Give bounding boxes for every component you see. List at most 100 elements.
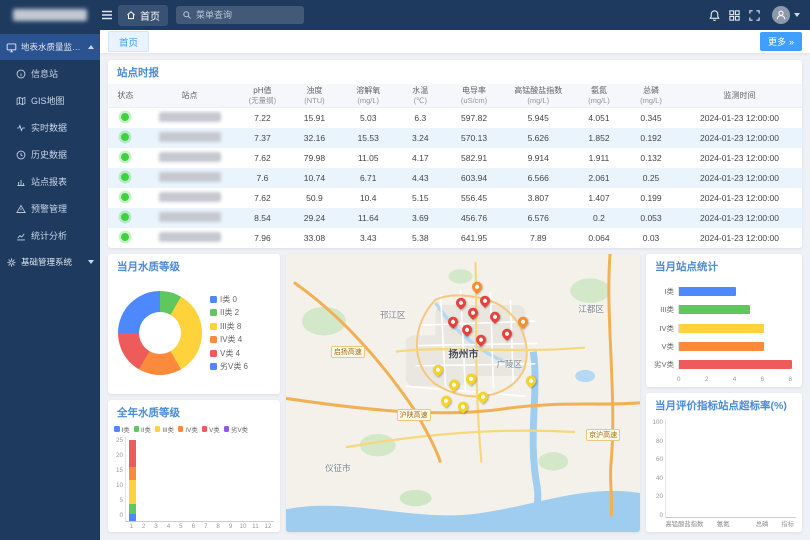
fullscreen-button[interactable] (744, 5, 764, 25)
bar-column (151, 437, 163, 522)
station-report-panel: 站点时报 状态站点pH值(无量纲)浊度(NTU)溶解氧(mg/L)水温(℃)电导… (108, 60, 802, 248)
sidebar-item-GIS地图[interactable]: GIS地图 (0, 87, 100, 114)
legend-item[interactable]: I类 (114, 425, 130, 434)
x-tick: 7 (200, 522, 212, 530)
sidebar-item-历史数据[interactable]: 历史数据 (0, 141, 100, 168)
bar-column (126, 437, 138, 522)
hamburger-menu-icon[interactable] (100, 8, 114, 22)
exceed-rate-chart: 100806040200 高锰酸盐指数氨氮总磷指标 (646, 417, 802, 532)
station-name-cell (143, 128, 237, 148)
legend-item[interactable]: V类 (202, 425, 220, 434)
table-row[interactable]: 8.5429.2411.643.69456.766.5760.20.053202… (108, 208, 802, 228)
station-report-table: 状态站点pH值(无量纲)浊度(NTU)溶解氧(mg/L)水温(℃)电导率(uS/… (108, 84, 802, 248)
user-avatar[interactable] (772, 6, 790, 24)
value-cell: 33.08 (288, 228, 340, 248)
search-box[interactable] (176, 6, 304, 24)
status-cell (108, 168, 143, 188)
legend-item[interactable]: II类 2 (210, 307, 248, 318)
legend-item[interactable]: III类 8 (210, 321, 248, 332)
map-label-江都区: 江都区 (578, 303, 604, 315)
history-icon (16, 150, 26, 160)
status-cell (108, 128, 143, 148)
y-axis-labels: 100806040200 (648, 419, 665, 532)
value-cell: 6.566 (504, 168, 573, 188)
x-tick: 12 (262, 522, 274, 530)
map-pin[interactable] (456, 298, 466, 308)
sidebar-item-站点报表[interactable]: 站点报表 (0, 168, 100, 195)
x-axis-labels: 高锰酸盐指数氨氮总磷指标 (665, 518, 796, 532)
value-cell: 7.89 (504, 228, 573, 248)
table-row[interactable]: 7.3732.1615.533.24570.135.6261.8520.1922… (108, 128, 802, 148)
breadcrumb[interactable]: 首页 (118, 5, 168, 26)
x-tick: 2 (137, 522, 149, 530)
legend-item[interactable]: IV类 4 (210, 334, 248, 345)
sidebar-group[interactable]: 基础管理系统 (0, 249, 100, 275)
legend-item[interactable]: III类 (155, 425, 174, 434)
grid-icon (728, 9, 741, 22)
map-panel[interactable]: 扬州市邗江区广陵区江都区仪征市沪陕高速启扬高速京沪高速 (286, 254, 640, 532)
legend-item[interactable]: II类 (134, 425, 151, 434)
sidebar: 地表水质量监测系统信息站GIS地图实时数据历史数据站点报表预警管理统计分析基础管… (0, 30, 100, 540)
legend-item[interactable]: V类 4 (210, 348, 248, 359)
map-pin[interactable] (478, 392, 488, 402)
sidebar-item-统计分析[interactable]: 统计分析 (0, 222, 100, 249)
fullscreen-icon (748, 9, 761, 22)
legend-item[interactable]: IV类 (178, 425, 198, 434)
value-cell: 4.17 (396, 148, 445, 168)
column-header: 高锰酸盐指数(mg/L) (504, 84, 573, 108)
status-ok-dot (121, 233, 129, 241)
map-pin[interactable] (462, 324, 472, 334)
map-pin[interactable] (502, 329, 512, 339)
value-cell: 2.061 (573, 168, 625, 188)
category-label: IV类 (650, 323, 678, 334)
station-name-cell (143, 188, 237, 208)
double-chevron-icon: » (789, 37, 794, 47)
tab-home[interactable]: 首页 (108, 31, 149, 52)
category-label: 高锰酸盐指数 (665, 519, 704, 528)
map-pin[interactable] (468, 308, 478, 318)
map-pin[interactable] (480, 296, 490, 306)
table-row[interactable]: 7.2215.915.036.3597.825.9454.0510.345202… (108, 108, 802, 129)
search-icon (182, 10, 192, 20)
table-row[interactable]: 7.610.746.714.43603.946.5662.0610.252024… (108, 168, 802, 188)
station-name-redacted (159, 132, 221, 142)
sidebar-item-信息站[interactable]: 信息站 (0, 60, 100, 87)
station-name-redacted (159, 152, 221, 162)
column-header: 氨氮(mg/L) (573, 84, 625, 108)
sidebar-group[interactable]: 地表水质量监测系统 (0, 34, 100, 60)
legend-item[interactable]: 劣V类 (224, 425, 248, 434)
grid-button[interactable] (724, 5, 744, 25)
stat-bar-row: V类 (650, 341, 792, 352)
map-pin[interactable] (448, 316, 458, 326)
map-pin[interactable] (433, 365, 443, 375)
map-pin[interactable] (472, 282, 482, 292)
table-row[interactable]: 7.9633.083.435.38641.957.890.0640.032024… (108, 228, 802, 248)
map-pin[interactable] (518, 316, 528, 326)
map-pin[interactable] (526, 375, 536, 385)
search-input[interactable] (196, 10, 296, 20)
x-tick: 9 (224, 522, 236, 530)
station-name-redacted (159, 192, 221, 202)
value-cell: 1.407 (573, 188, 625, 208)
chevron-down-icon[interactable] (794, 13, 800, 17)
table-row[interactable]: 7.6279.9811.054.17582.919.9141.9110.1322… (108, 148, 802, 168)
value-cell: 5.03 (340, 108, 396, 129)
stat-bar-row: IV类 (650, 323, 792, 334)
map-pin[interactable] (458, 402, 468, 412)
category-label: III类 (650, 304, 678, 315)
map-pin[interactable] (476, 335, 486, 345)
map-pin[interactable] (449, 379, 459, 389)
sidebar-item-预警管理[interactable]: 预警管理 (0, 195, 100, 222)
map-pin[interactable] (466, 373, 476, 383)
realtime-icon (16, 123, 26, 133)
legend-item[interactable]: I类 0 (210, 294, 248, 305)
map-pin[interactable] (490, 312, 500, 322)
sidebar-item-实时数据[interactable]: 实时数据 (0, 114, 100, 141)
map-label-京沪高速: 京沪高速 (586, 429, 620, 441)
value-cell: 5.945 (504, 108, 573, 129)
legend-item[interactable]: 劣V类 6 (210, 361, 248, 372)
table-row[interactable]: 7.6250.910.45.15556.453.8071.4070.199202… (108, 188, 802, 208)
more-button[interactable]: 更多 » (760, 32, 802, 51)
bell-button[interactable] (704, 5, 724, 25)
map-pin[interactable] (441, 396, 451, 406)
